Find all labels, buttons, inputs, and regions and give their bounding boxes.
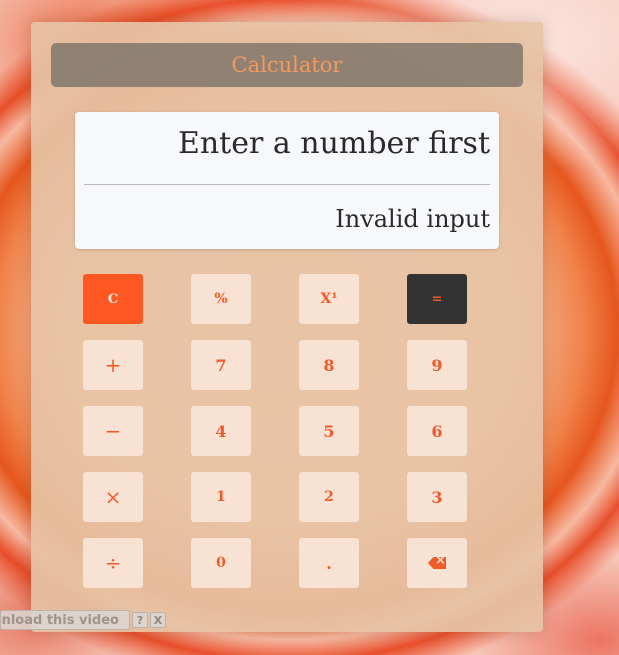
digit-2-button[interactable]: 2 [299,472,359,522]
equals-button[interactable]: = [407,274,467,324]
display-divider [84,184,490,185]
divide-icon: ÷ [104,551,122,575]
digit-7-button[interactable]: 7 [191,340,251,390]
power-icon: X¹ [320,291,338,307]
digit-6-label: 6 [431,421,443,441]
download-video-button[interactable]: ynload this video [0,610,130,630]
help-icon: ? [136,613,144,627]
digit-2-label: 2 [324,489,334,505]
digit-0-label: 0 [216,555,226,571]
percent-icon: % [214,291,228,307]
digit-9-button[interactable]: 9 [407,340,467,390]
digit-9-label: 9 [431,355,443,375]
close-button[interactable]: X [150,612,166,628]
title-bar: Calculator [51,43,523,87]
backspace-icon [428,557,446,569]
calculator-window: Calculator Enter a number first Invalid … [31,22,543,632]
digit-7-label: 7 [215,355,227,375]
power-button[interactable]: X¹ [299,274,359,324]
digit-0-button[interactable]: 0 [191,538,251,588]
display-main-text: Enter a number first [177,126,490,161]
digit-8-button[interactable]: 8 [299,340,359,390]
digit-4-label: 4 [215,421,227,441]
help-button[interactable]: ? [132,612,148,628]
clear-button[interactable]: C [83,274,143,324]
digit-3-button[interactable]: 3 [407,472,467,522]
digit-1-button[interactable]: 1 [191,472,251,522]
plus-button[interactable]: + [83,340,143,390]
digit-1-label: 1 [216,489,226,505]
close-icon: X [153,613,163,627]
digit-3-label: 3 [431,487,443,507]
decimal-label: . [326,553,332,573]
digit-6-button[interactable]: 6 [407,406,467,456]
minus-icon: − [104,419,122,443]
video-download-bar: ynload this video ? X [0,609,166,631]
decimal-button[interactable]: . [299,538,359,588]
download-video-label: ynload this video [0,612,119,628]
calculator-display: Enter a number first Invalid input [75,112,499,249]
clear-label: C [107,291,119,307]
keypad: C % X¹ = + 7 8 9 − 4 5 6 × 1 2 3 ÷ 0 . × [83,274,467,588]
display-result-text: Invalid input [335,205,490,233]
multiply-button[interactable]: × [83,472,143,522]
minus-button[interactable]: − [83,406,143,456]
app-title: Calculator [231,53,343,77]
equals-icon: = [431,291,443,307]
digit-8-label: 8 [323,355,335,375]
multiply-icon: × [104,485,122,509]
plus-icon: + [104,353,122,377]
divide-button[interactable]: ÷ [83,538,143,588]
digit-4-button[interactable]: 4 [191,406,251,456]
digit-5-label: 5 [323,421,335,441]
digit-5-button[interactable]: 5 [299,406,359,456]
backspace-button[interactable] [407,538,467,588]
percent-button[interactable]: % [191,274,251,324]
